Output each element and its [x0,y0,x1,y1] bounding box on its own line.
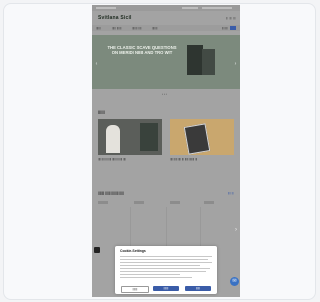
hero-title: THE CLASSIC SCAVE QUESTIONS ON MERIDI NI… [107,45,177,55]
divider [166,207,167,247]
book-cover-image [187,45,203,75]
book-slot[interactable] [170,201,180,204]
section-title: ||||||| |||||| |||||||| ||||| [98,191,124,195]
ereader-image [183,123,211,155]
top-strip [92,5,240,11]
cookie-accept-button[interactable]: |||||| [185,286,211,291]
divider [130,207,131,247]
tile-caption[interactable]: |||| ||||| |||| ||| ||||| ||||||| ||| [170,157,234,162]
cookie-text-line [120,271,206,272]
site-logo[interactable]: Svitlana Sicil [98,15,132,21]
cookie-reject-button[interactable]: ||||||| [153,286,179,291]
cookie-text-line [120,262,212,263]
carousel-prev-icon[interactable]: ‹ [94,61,99,68]
search-link[interactable]: |||||||| [222,26,228,30]
cookie-text-line [120,256,212,257]
cookie-text-line [120,274,180,275]
divider [200,207,201,247]
carousel-dots[interactable]: • • • [162,92,167,96]
chevron-right-icon[interactable]: › [235,227,237,233]
book-cover-image [140,123,158,151]
cookie-text-line [120,259,208,260]
book-slot[interactable] [98,201,108,204]
featured-tile[interactable] [170,119,234,155]
cookie-title: Cookie-Settings [120,249,146,253]
tile-caption[interactable]: |||| |||| ||| |||| ||||| ||| |||| |||| [98,157,162,162]
cookie-settings-button[interactable]: ||||||| [121,286,149,293]
accessibility-icon[interactable] [94,247,100,253]
cart-icon[interactable] [230,26,236,30]
featured-tile[interactable] [98,119,162,155]
nav-item-4[interactable]: ||||||| [152,26,157,30]
header-links[interactable]: ||| |||| |||| [226,16,236,20]
nav-item-2[interactable]: ||||| |||||| [112,26,121,30]
chat-icon[interactable]: ✉ [230,277,239,286]
main-nav: |||||| ||||| |||||| ||||||| |||| |||||||… [92,25,240,31]
book-slot[interactable] [134,201,144,204]
see-all-link[interactable]: |||| ||| [228,191,234,195]
cookie-text-line [120,268,210,269]
carousel-next-icon[interactable]: › [233,61,238,68]
section-title: |||||| [98,109,105,114]
page-screenshot: Svitlana Sicil ||| |||| |||| |||||| ||||… [92,5,240,297]
author-photo [106,125,120,153]
cookie-text-line [120,265,200,266]
hero-banner[interactable]: THE CLASSIC SCAVE QUESTIONS ON MERIDI NI… [92,35,240,89]
nav-item-1[interactable]: |||||| [96,26,101,30]
book-cover-image [202,49,215,75]
cookie-dialog: Cookie-Settings ||||||| ||||||| |||||| [115,246,217,294]
cookie-text-line [120,277,192,278]
book-slot[interactable] [204,201,214,204]
nav-item-3[interactable]: ||||||| |||| [132,26,141,30]
